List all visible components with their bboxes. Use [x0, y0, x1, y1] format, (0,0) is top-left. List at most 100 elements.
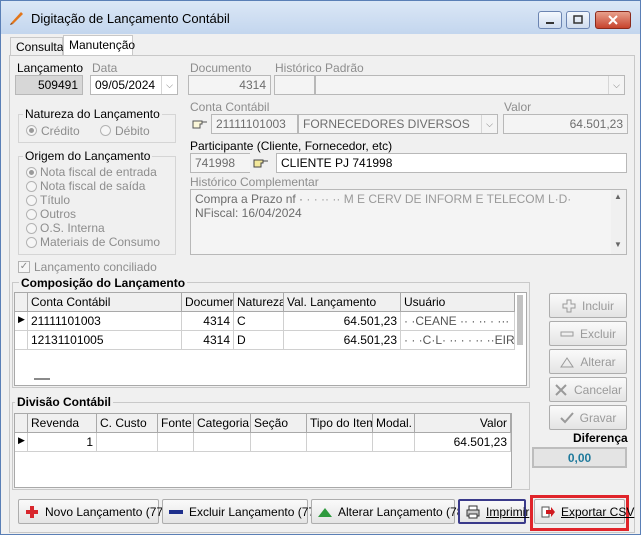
composicao-col-conta[interactable]: Conta Contábil	[28, 293, 182, 312]
table-row-modal[interactable]	[373, 433, 415, 452]
composicao-hscroll-thumb[interactable]	[34, 378, 50, 380]
table-row-documento[interactable]: 4314	[182, 331, 234, 350]
maximize-button[interactable]	[566, 11, 590, 29]
composicao-col-usuario[interactable]: Usuário	[401, 293, 515, 312]
cancelar-label: Cancelar	[573, 382, 623, 397]
historico-padrao-code[interactable]	[274, 75, 315, 95]
cancelar-button[interactable]: Cancelar	[549, 377, 627, 402]
valor-field[interactable]: 64.501,23	[503, 114, 628, 134]
table-row-usuario[interactable]: · ·CEANE ·· · ·· · ··· ·	[401, 312, 515, 331]
table-row-natureza[interactable]: C	[234, 312, 284, 331]
table-row-secao[interactable]	[251, 433, 307, 452]
composicao-vscroll-thumb[interactable]	[517, 295, 523, 345]
table-row-natureza[interactable]: D	[234, 331, 284, 350]
radio-materiais-label: Materiais de Consumo	[40, 235, 161, 249]
table-row-valor[interactable]: 64.501,23	[415, 433, 511, 452]
table-row-usuario[interactable]: · · ·C·L· ·· · · ·· ··EIRO M	[401, 331, 515, 350]
tab-consulta[interactable]: Consulta	[10, 37, 63, 56]
historico-complementar-textarea[interactable]: Compra a Prazo nf · · · ·· ·· M E CERV D…	[190, 189, 627, 255]
radio-os-interna[interactable]	[26, 223, 37, 234]
excluir-button[interactable]: Excluir	[549, 321, 627, 346]
radio-debito[interactable]	[100, 125, 111, 136]
printer-icon	[466, 505, 480, 518]
composicao-col-documento[interactable]: Documento	[182, 293, 234, 312]
row-indicator	[15, 331, 28, 350]
radio-nf-saida[interactable]	[26, 181, 37, 192]
chevron-down-icon[interactable]: ⌵	[161, 76, 177, 94]
data-label: Data	[92, 61, 118, 75]
radio-credito[interactable]	[26, 125, 37, 136]
novo-lancamento-button[interactable]: Novo Lançamento (778)	[18, 499, 174, 524]
historico-scrollbar[interactable]: ▲ ▼	[611, 190, 626, 254]
lancamento-field[interactable]: 509491	[15, 75, 83, 95]
divisao-col-tipo-item[interactable]: Tipo do Item	[307, 414, 373, 433]
main-window: Digitação de Lançamento Contábil Consult…	[0, 0, 641, 535]
data-field[interactable]: 09/05/2024 ⌵	[90, 75, 178, 95]
divisao-col-categoria[interactable]: Categoria	[194, 414, 251, 433]
documento-field[interactable]: 4314	[188, 75, 271, 95]
chevron-down-icon[interactable]: ⌵	[481, 115, 497, 133]
triangle-up-icon	[560, 356, 575, 367]
participante-name-field[interactable]: CLIENTE PJ 741998	[276, 153, 627, 173]
table-row-documento[interactable]: 4314	[182, 312, 234, 331]
table-row-valor[interactable]: 64.501,23	[284, 312, 401, 331]
composicao-indicator-header	[15, 293, 28, 312]
documento-label: Documento	[190, 61, 252, 75]
natureza-label: Natureza do Lançamento	[23, 107, 162, 121]
alterar-lancamento-button[interactable]: Alterar Lançamento (780)	[311, 499, 474, 524]
excluir-lancamento-button[interactable]: Excluir Lançamento (779)	[162, 499, 326, 524]
conta-code-field[interactable]: 21111101003	[211, 114, 298, 134]
exportar-csv-button[interactable]: Exportar CSV	[534, 499, 634, 524]
divisao-col-secao[interactable]: Seção	[251, 414, 307, 433]
minimize-button[interactable]	[538, 11, 562, 29]
scroll-up-icon[interactable]: ▲	[614, 192, 622, 201]
historico-padrao-select[interactable]: ⌵	[315, 75, 625, 95]
participante-lookup-button[interactable]	[251, 153, 273, 173]
table-row-ccusto[interactable]	[97, 433, 158, 452]
table-row-conta[interactable]: 21111101003	[28, 312, 182, 331]
composicao-grid[interactable]: Conta Contábil Documento Natureza Val. L…	[14, 292, 527, 386]
close-button[interactable]	[595, 11, 631, 29]
close-icon	[608, 15, 618, 25]
scroll-down-icon[interactable]: ▼	[614, 240, 622, 249]
conta-contabil-label: Conta Contábil	[190, 100, 270, 114]
valor-label: Valor	[504, 100, 532, 114]
conta-name-select[interactable]: FORNECEDORES DIVERSOS ⌵	[298, 114, 498, 134]
radio-titulo-label: Título	[40, 193, 71, 207]
radio-nf-entrada[interactable]	[26, 167, 37, 178]
composicao-col-natureza[interactable]: Natureza	[234, 293, 284, 312]
divisao-col-ccusto[interactable]: C. Custo	[97, 414, 158, 433]
minimize-icon	[546, 22, 554, 24]
gravar-button[interactable]: Gravar	[549, 405, 627, 430]
conciliado-checkbox[interactable]: ✓	[18, 261, 30, 273]
alterar-button[interactable]: Alterar	[549, 349, 627, 374]
divisao-col-revenda[interactable]: Revenda	[28, 414, 97, 433]
divisao-col-valor[interactable]: Valor	[415, 414, 511, 433]
historico-padrao-label: Histórico Padrão	[275, 61, 364, 75]
table-row-valor[interactable]: 64.501,23	[284, 331, 401, 350]
table-row-categoria[interactable]	[194, 433, 251, 452]
radio-outros[interactable]	[26, 209, 37, 220]
chevron-down-icon[interactable]: ⌵	[608, 76, 624, 94]
title-bar: Digitação de Lançamento Contábil	[1, 1, 640, 34]
incluir-button[interactable]: Incluir	[549, 293, 627, 318]
table-row-revenda[interactable]: 1	[28, 433, 97, 452]
composicao-col-valor[interactable]: Val. Lançamento	[284, 293, 401, 312]
conta-lookup-button[interactable]	[190, 114, 210, 134]
radio-titulo[interactable]	[26, 195, 37, 206]
table-row-conta[interactable]: 12131101005	[28, 331, 182, 350]
table-row-tipo-item[interactable]	[307, 433, 373, 452]
composicao-title: Composição do Lançamento	[19, 276, 188, 290]
radio-materiais[interactable]	[26, 237, 37, 248]
imprimir-label: Imprimir	[486, 504, 530, 519]
window-title: Digitação de Lançamento Contábil	[31, 11, 230, 26]
novo-lancamento-label: Novo Lançamento (778)	[45, 504, 174, 519]
divisao-grid[interactable]: Revenda C. Custo Fonte Categoria Seção T…	[14, 413, 512, 488]
imprimir-button[interactable]: Imprimir	[458, 499, 530, 524]
divisao-col-modal[interactable]: Modal.	[373, 414, 415, 433]
table-row-fonte[interactable]	[158, 433, 194, 452]
tab-manutencao[interactable]: Manutenção	[63, 35, 135, 56]
participante-code-field[interactable]: 741998	[190, 153, 250, 173]
divisao-col-fonte[interactable]: Fonte	[158, 414, 194, 433]
participante-label: Participante (Cliente, Fornecedor, etc)	[190, 139, 393, 153]
